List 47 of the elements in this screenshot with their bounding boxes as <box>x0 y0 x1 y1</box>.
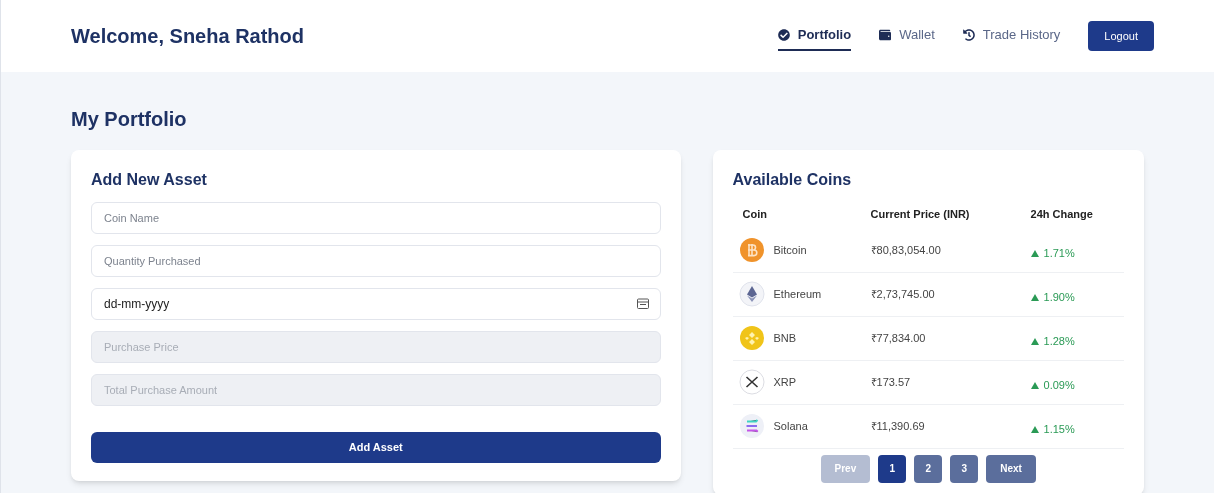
coin-icon <box>738 369 765 395</box>
welcome-heading: Welcome, Sneha Rathod <box>71 24 304 49</box>
table-cell-text: ₹11,390.69 <box>869 418 926 434</box>
page-button[interactable]: Next <box>986 454 1036 483</box>
coin-icon <box>738 325 765 351</box>
input-field[interactable]: Quantity Purchased <box>91 245 661 277</box>
table-cell-text: Ethereum <box>773 286 822 302</box>
wallet-icon <box>879 29 892 41</box>
column-header: Current Price (INR) <box>870 207 971 222</box>
table-cell-text: 1.15% <box>1043 421 1075 437</box>
table-cell-text: ₹2,73,745.00 <box>869 286 936 302</box>
up-triangle-icon <box>1030 337 1039 345</box>
page-button[interactable]: 3 <box>950 454 979 483</box>
table-cell-text: 0.09% <box>1043 377 1075 393</box>
page-button[interactable]: 2 <box>914 454 943 483</box>
up-triangle-icon <box>1030 293 1039 301</box>
history-icon <box>962 29 975 41</box>
coin-icon <box>738 237 765 263</box>
table-cell-text: ₹80,83,054.00 <box>869 242 942 258</box>
card-title: Add New Asset <box>91 170 208 190</box>
table-cell-text: 1.71% <box>1043 245 1075 261</box>
logout-button[interactable]: Logout <box>1088 20 1154 52</box>
up-triangle-icon <box>1030 425 1039 433</box>
table-cell-text: ₹173.57 <box>869 374 912 390</box>
nav-link[interactable]: Wallet <box>879 21 935 51</box>
up-triangle-icon <box>1030 249 1039 257</box>
date-field[interactable]: dd-mm-yyyy <box>91 288 661 320</box>
table-cell-text: Bitcoin <box>773 242 807 258</box>
up-triangle-icon <box>1030 381 1039 389</box>
coin-icon <box>738 413 765 439</box>
coin-icon <box>738 281 765 307</box>
nav-link[interactable]: Portfolio <box>777 21 852 51</box>
table-cell-text: BNB <box>773 330 797 346</box>
table-cell-text: 1.28% <box>1043 333 1075 349</box>
column-header: 24h Change <box>1030 207 1094 222</box>
nav-link[interactable]: Trade History <box>962 21 1061 51</box>
add-asset-button[interactable]: Add Asset <box>91 432 661 463</box>
table-cell-text: 1.90% <box>1043 289 1075 305</box>
column-header: Coin <box>742 207 768 222</box>
card-title: Available Coins <box>732 170 853 190</box>
page-button[interactable]: 1 <box>878 454 907 483</box>
page-title: My Portfolio <box>71 107 188 132</box>
table-cell-text: ₹77,834.00 <box>869 330 927 346</box>
table-cell-text: Solana <box>773 418 808 434</box>
calendar-icon[interactable] <box>636 298 649 309</box>
input-field[interactable]: Coin Name <box>91 202 661 234</box>
table-cell-text: XRP <box>773 374 797 390</box>
